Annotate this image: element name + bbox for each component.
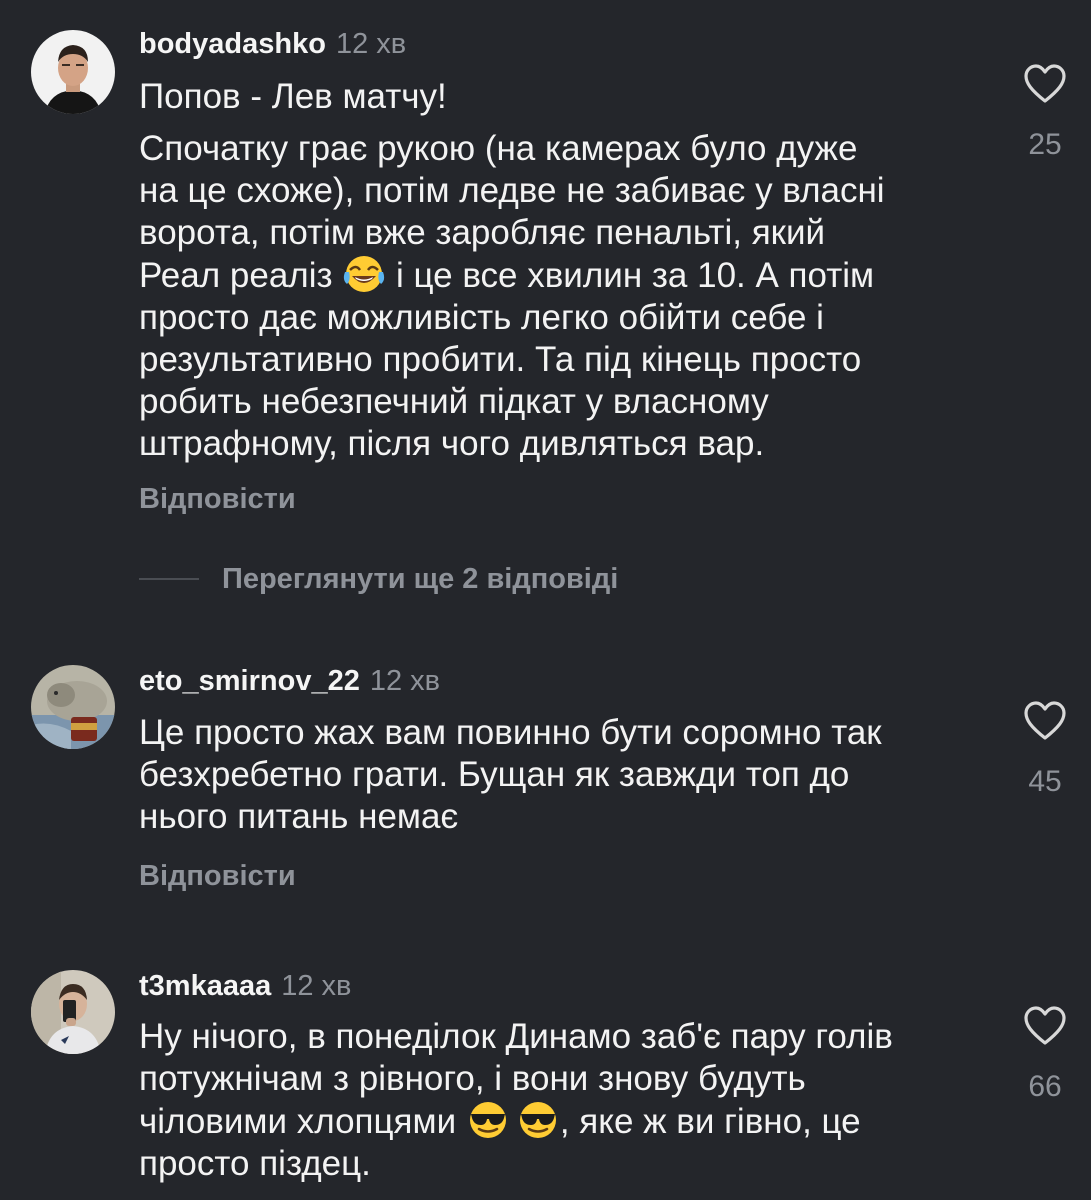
comment-meta: t3mkaaaa 12 хв xyxy=(139,969,351,1003)
username[interactable]: eto_smirnov_22 xyxy=(139,665,360,697)
heart-icon xyxy=(1024,1006,1066,1045)
smiling-face-with-sunglasses-icon xyxy=(516,1100,560,1140)
view-more-replies-label: Переглянути ще 2 відповіді xyxy=(222,562,619,595)
username[interactable]: t3mkaaaa xyxy=(139,970,271,1002)
heart-icon xyxy=(1024,64,1066,103)
comment-text: Попов - Лев матчу! xyxy=(139,76,989,118)
comment-text-line1: Попов - Лев матчу! xyxy=(139,77,447,116)
comment-text: Це просто жах вам повинно бути соромно т… xyxy=(139,713,882,836)
like-button[interactable]: 25 xyxy=(1010,64,1080,162)
like-count: 66 xyxy=(1028,1070,1062,1103)
username[interactable]: bodyadashko xyxy=(139,28,326,60)
avatar[interactable] xyxy=(31,970,115,1054)
like-count: 45 xyxy=(1028,765,1062,798)
reply-button[interactable]: Відповісти xyxy=(139,859,296,893)
timestamp: 12 хв xyxy=(369,665,441,697)
like-button[interactable]: 66 xyxy=(1010,1006,1080,1104)
reply-button[interactable]: Відповісти xyxy=(139,482,296,516)
view-more-replies-button[interactable]: Переглянути ще 2 відповіді xyxy=(139,560,618,598)
avatar[interactable] xyxy=(31,30,115,114)
comment-text: Ну нічого, в понеділок Динамо заб'є пару… xyxy=(139,1016,989,1185)
smiling-face-with-sunglasses-icon xyxy=(466,1100,510,1140)
like-button[interactable]: 45 xyxy=(1010,701,1080,799)
comment-meta: eto_smirnov_22 12 хв xyxy=(139,664,440,698)
avatar[interactable] xyxy=(31,665,115,749)
timestamp: 12 хв xyxy=(281,970,352,1002)
face-with-tears-of-joy-icon xyxy=(342,254,386,294)
divider xyxy=(139,578,199,580)
heart-icon xyxy=(1024,701,1066,740)
like-count: 25 xyxy=(1028,128,1062,161)
comment-meta: bodyadashko 12 хв xyxy=(139,27,406,61)
timestamp: 12 хв xyxy=(335,28,407,60)
comment-text: Спочатку грає рукою (на камерах було дуж… xyxy=(139,128,989,465)
